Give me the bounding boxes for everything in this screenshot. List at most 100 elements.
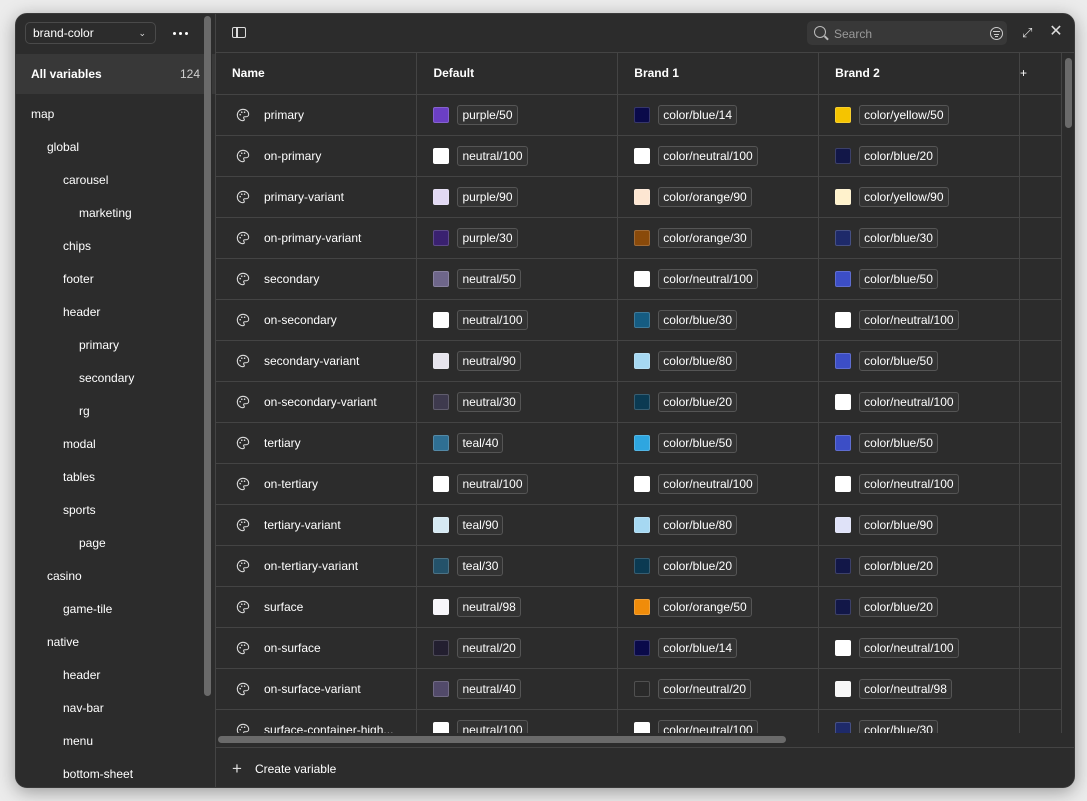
alias-pill[interactable]: purple/90 <box>457 186 518 207</box>
alias-pill[interactable]: neutral/98 <box>457 596 521 617</box>
all-variables-item[interactable]: All variables 124 <box>16 54 215 94</box>
color-swatch[interactable] <box>634 557 651 574</box>
name-cell[interactable]: on-secondary-variant <box>216 381 418 423</box>
color-swatch[interactable] <box>835 188 852 205</box>
value-cell[interactable]: color/neutral/100 <box>617 135 820 177</box>
color-swatch[interactable] <box>634 639 651 656</box>
color-swatch[interactable] <box>433 393 450 410</box>
tree-item[interactable]: menu <box>16 725 215 758</box>
alias-pill[interactable]: purple/30 <box>457 227 518 248</box>
value-cell[interactable]: neutral/100 <box>416 299 619 341</box>
value-cell[interactable]: color/yellow/50 <box>818 94 1021 136</box>
color-swatch[interactable] <box>634 721 651 733</box>
alias-pill[interactable]: color/neutral/20 <box>658 678 751 699</box>
value-cell[interactable]: color/blue/30 <box>617 299 820 341</box>
color-swatch[interactable] <box>835 516 852 533</box>
value-cell[interactable]: color/yellow/90 <box>818 176 1021 218</box>
color-swatch[interactable] <box>433 311 450 328</box>
value-cell[interactable]: color/blue/50 <box>818 340 1021 382</box>
tree-item[interactable]: native <box>16 626 215 659</box>
color-swatch[interactable] <box>433 639 450 656</box>
color-swatch[interactable] <box>634 352 651 369</box>
color-swatch[interactable] <box>835 721 852 733</box>
tree-item[interactable]: page <box>16 527 215 560</box>
tree-item[interactable]: rg <box>16 395 215 428</box>
tree-item[interactable]: nav-bar <box>16 692 215 725</box>
table-row[interactable]: on-secondary neutral/100 color/blue/30 colo… <box>216 299 1062 341</box>
value-cell[interactable]: color/blue/30 <box>818 217 1021 259</box>
alias-pill[interactable]: purple/50 <box>457 104 518 125</box>
color-swatch[interactable] <box>835 393 852 410</box>
value-cell[interactable]: color/blue/80 <box>617 504 820 546</box>
color-swatch[interactable] <box>433 106 450 123</box>
value-cell[interactable]: neutral/50 <box>416 258 619 300</box>
alias-pill[interactable]: color/blue/90 <box>859 514 938 535</box>
sidebar-scrollbar-thumb[interactable] <box>204 16 211 696</box>
value-cell[interactable]: color/blue/20 <box>617 545 820 587</box>
value-cell[interactable]: neutral/20 <box>416 627 619 669</box>
name-cell[interactable]: surface-container-high... <box>216 709 418 733</box>
name-cell[interactable]: surface <box>216 586 418 628</box>
search-input[interactable] <box>832 23 976 45</box>
color-swatch[interactable] <box>634 598 651 615</box>
alias-pill[interactable]: color/orange/30 <box>658 227 752 248</box>
alias-pill[interactable]: color/neutral/100 <box>859 637 959 658</box>
tree-item[interactable]: map <box>16 98 215 131</box>
tree-item[interactable]: game-tile <box>16 593 215 626</box>
color-swatch[interactable] <box>433 270 450 287</box>
alias-pill[interactable]: neutral/100 <box>457 719 528 733</box>
color-swatch[interactable] <box>835 106 852 123</box>
value-cell[interactable]: neutral/98 <box>416 586 619 628</box>
color-swatch[interactable] <box>433 147 450 164</box>
color-swatch[interactable] <box>634 393 651 410</box>
alias-pill[interactable]: color/neutral/100 <box>658 473 758 494</box>
color-swatch[interactable] <box>634 680 651 697</box>
value-cell[interactable]: neutral/40 <box>416 668 619 710</box>
table-row[interactable]: on-primary neutral/100 color/neutral/100 co… <box>216 135 1062 177</box>
color-swatch[interactable] <box>835 598 852 615</box>
color-swatch[interactable] <box>433 475 450 492</box>
tree-item[interactable]: sports <box>16 494 215 527</box>
value-cell[interactable]: teal/90 <box>416 504 619 546</box>
color-swatch[interactable] <box>433 557 450 574</box>
color-swatch[interactable] <box>634 229 651 246</box>
value-cell[interactable]: color/blue/50 <box>617 422 820 464</box>
alias-pill[interactable]: neutral/100 <box>457 145 528 166</box>
value-cell[interactable]: color/blue/20 <box>818 586 1021 628</box>
value-cell[interactable]: purple/30 <box>416 217 619 259</box>
tree-item[interactable]: bottom-sheet <box>16 758 215 787</box>
alias-pill[interactable]: color/blue/20 <box>859 596 938 617</box>
alias-pill[interactable]: color/blue/80 <box>658 514 737 535</box>
table-row[interactable]: tertiary teal/40 color/blue/50 color/blue/5… <box>216 422 1062 464</box>
alias-pill[interactable]: color/neutral/100 <box>859 473 959 494</box>
expand-icon[interactable]: ⤢ <box>1022 26 1035 39</box>
name-cell[interactable]: secondary <box>216 258 418 300</box>
color-swatch[interactable] <box>433 721 450 733</box>
table-row[interactable]: on-surface-variant neutral/40 color/neutra… <box>216 668 1062 710</box>
value-cell[interactable]: neutral/90 <box>416 340 619 382</box>
table-row[interactable]: surface-container-high... neutral/100 colo… <box>216 709 1062 733</box>
name-cell[interactable]: on-tertiary-variant <box>216 545 418 587</box>
color-swatch[interactable] <box>433 598 450 615</box>
value-cell[interactable]: color/blue/50 <box>818 422 1021 464</box>
value-cell[interactable]: color/blue/90 <box>818 504 1021 546</box>
alias-pill[interactable]: color/blue/80 <box>658 350 737 371</box>
table-row[interactable]: on-tertiary-variant teal/30 color/blue/20 c… <box>216 545 1062 587</box>
alias-pill[interactable]: color/blue/20 <box>859 145 938 166</box>
tree-item[interactable]: header <box>16 659 215 692</box>
name-cell[interactable]: tertiary <box>216 422 418 464</box>
alias-pill[interactable]: color/neutral/100 <box>859 309 959 330</box>
name-cell[interactable]: on-surface <box>216 627 418 669</box>
column-header-brand-2[interactable]: Brand 2 <box>818 53 1021 95</box>
color-swatch[interactable] <box>634 516 651 533</box>
name-cell[interactable]: tertiary-variant <box>216 504 418 546</box>
add-mode-button[interactable]: + <box>1019 53 1062 95</box>
color-swatch[interactable] <box>835 352 852 369</box>
more-options-button[interactable] <box>169 23 191 43</box>
color-swatch[interactable] <box>634 270 651 287</box>
value-cell[interactable]: color/orange/50 <box>617 586 820 628</box>
table-row[interactable]: primary purple/50 color/blue/14 color/yello… <box>216 94 1062 136</box>
alias-pill[interactable]: neutral/100 <box>457 473 528 494</box>
tree-item[interactable]: casino <box>16 560 215 593</box>
alias-pill[interactable]: color/blue/14 <box>658 637 737 658</box>
